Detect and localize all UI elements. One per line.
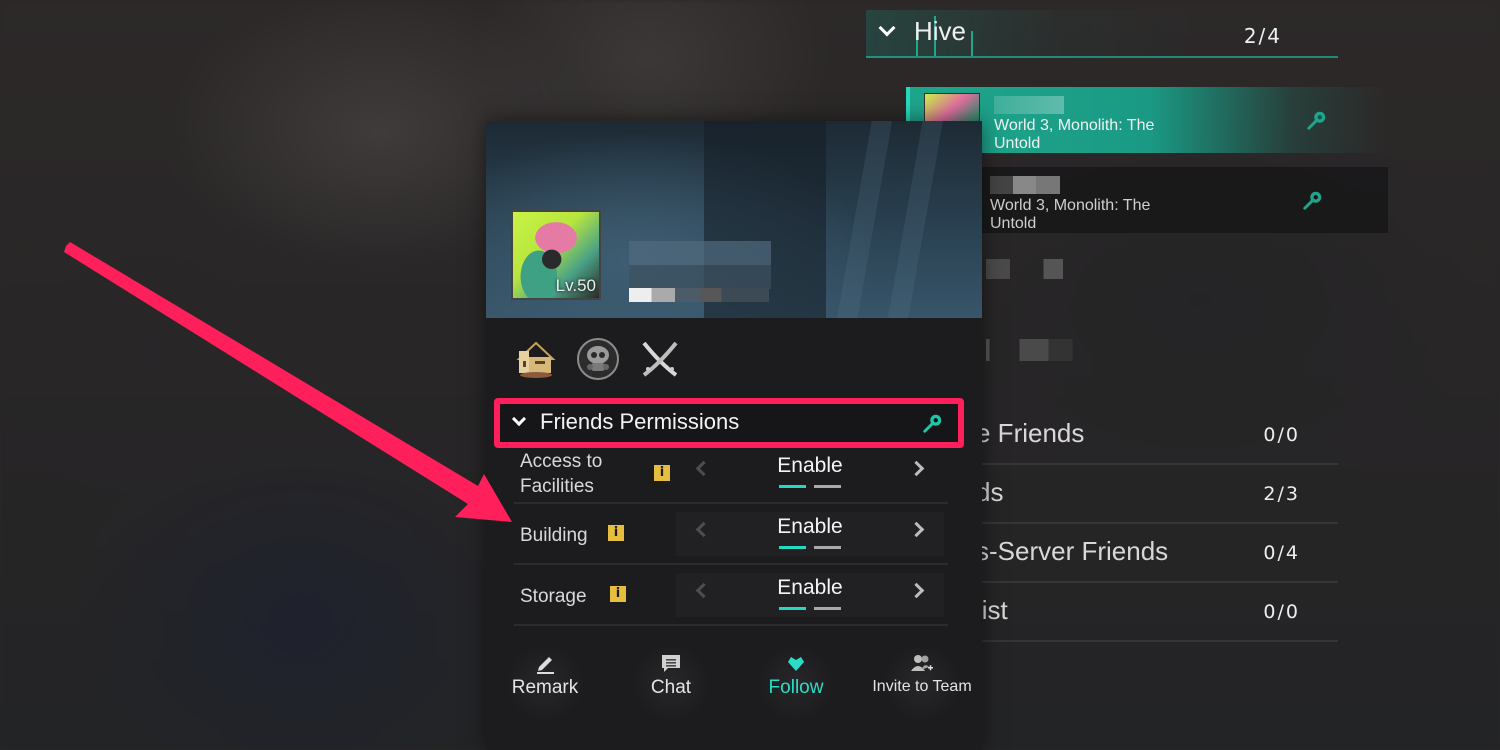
friend-location: World 3, Monolith: The Untold bbox=[990, 197, 1151, 232]
permission-value: Enable bbox=[777, 576, 843, 599]
follow-label: Follow bbox=[768, 677, 824, 698]
category-row[interactable]: list 0/0 bbox=[976, 583, 1338, 642]
crossed-blades-badge-icon[interactable] bbox=[638, 337, 682, 381]
key-icon bbox=[1303, 191, 1322, 210]
permissions-title: Friends Permissions bbox=[540, 409, 740, 434]
page-indicator bbox=[779, 546, 841, 549]
category-label: e Friends bbox=[976, 418, 1085, 448]
category-count: 0/0 bbox=[1263, 424, 1300, 446]
permission-selector: Enable bbox=[676, 451, 944, 495]
heart-icon bbox=[788, 657, 804, 671]
chat-label: Chat bbox=[650, 677, 692, 698]
category-count: 2/3 bbox=[1263, 483, 1300, 505]
permission-row-access-facilities: Access to Facilities i Enable bbox=[514, 443, 948, 504]
permission-selector: Enable bbox=[676, 573, 944, 617]
building-badge-icon[interactable] bbox=[514, 337, 558, 381]
permission-label: Building bbox=[520, 525, 588, 546]
category-row[interactable]: ds 2/3 bbox=[976, 465, 1338, 524]
page-indicator bbox=[779, 607, 841, 610]
page-dot-active bbox=[779, 546, 806, 549]
group-title: Hive bbox=[914, 16, 967, 46]
info-icon[interactable]: i bbox=[608, 525, 624, 541]
player-id-redacted bbox=[629, 288, 769, 302]
page-indicator bbox=[779, 485, 841, 488]
page-dot-active bbox=[779, 485, 806, 488]
badge-row bbox=[514, 337, 682, 381]
permission-value: Enable bbox=[777, 454, 843, 477]
page-dot bbox=[814, 546, 841, 549]
redacted-entry bbox=[986, 339, 1106, 361]
group-count: 2/4 bbox=[1243, 24, 1282, 48]
action-bar: Remark Chat Follow Invite to Team bbox=[486, 643, 982, 741]
remark-button[interactable]: Remark bbox=[490, 643, 600, 723]
invite-team-icon bbox=[911, 655, 933, 671]
permission-label: Storage bbox=[520, 586, 587, 607]
follow-button[interactable]: Follow bbox=[741, 643, 851, 723]
invite-to-team-button[interactable]: Invite to Team bbox=[867, 643, 977, 723]
info-icon[interactable]: i bbox=[610, 586, 626, 602]
gasmask-skull-badge-icon[interactable] bbox=[576, 337, 620, 381]
friend-name-redacted bbox=[990, 176, 1060, 194]
profile-card: Lv.50 Friends Permissions Access to Faci… bbox=[486, 121, 982, 750]
page-dot-active bbox=[779, 607, 806, 610]
category-count: 0/4 bbox=[1263, 542, 1300, 564]
group-header-hive[interactable]: Hive 2/4 bbox=[866, 10, 1338, 58]
redacted-entry bbox=[986, 259, 1106, 279]
info-icon[interactable]: i bbox=[654, 465, 670, 481]
remark-label: Remark bbox=[511, 677, 579, 698]
profile-banner: Lv.50 bbox=[486, 121, 982, 318]
chat-bubble-icon bbox=[662, 655, 680, 672]
chat-button[interactable]: Chat bbox=[616, 643, 726, 723]
key-icon bbox=[1307, 111, 1326, 130]
permission-label: Access to Facilities bbox=[520, 451, 603, 497]
page-dot bbox=[814, 607, 841, 610]
avatar: Lv.50 bbox=[511, 210, 601, 300]
category-count: 0/0 bbox=[1263, 601, 1300, 623]
category-row[interactable]: e Friends 0/0 bbox=[976, 406, 1338, 465]
chevron-down-icon bbox=[878, 19, 896, 37]
friend-name-redacted bbox=[994, 96, 1064, 114]
friend-location: World 3, Monolith: The Untold bbox=[994, 117, 1155, 152]
permission-selector: Enable bbox=[676, 512, 944, 556]
player-name-redacted bbox=[629, 241, 771, 289]
permission-row-storage: Storage i Enable bbox=[514, 565, 948, 626]
friends-permissions-header[interactable]: Friends Permissions bbox=[494, 398, 964, 448]
pencil-icon bbox=[537, 657, 554, 674]
page-dot bbox=[814, 485, 841, 488]
permission-row-building: Building i Enable bbox=[514, 504, 948, 565]
permission-value: Enable bbox=[777, 515, 843, 538]
level-label: Lv.50 bbox=[555, 276, 596, 295]
key-icon bbox=[923, 414, 942, 433]
chevron-down-icon bbox=[511, 411, 527, 427]
category-row[interactable]: s-Server Friends 0/4 bbox=[976, 524, 1338, 583]
invite-to-team-label: Invite to Team bbox=[872, 678, 972, 695]
category-label: s-Server Friends bbox=[976, 536, 1169, 566]
